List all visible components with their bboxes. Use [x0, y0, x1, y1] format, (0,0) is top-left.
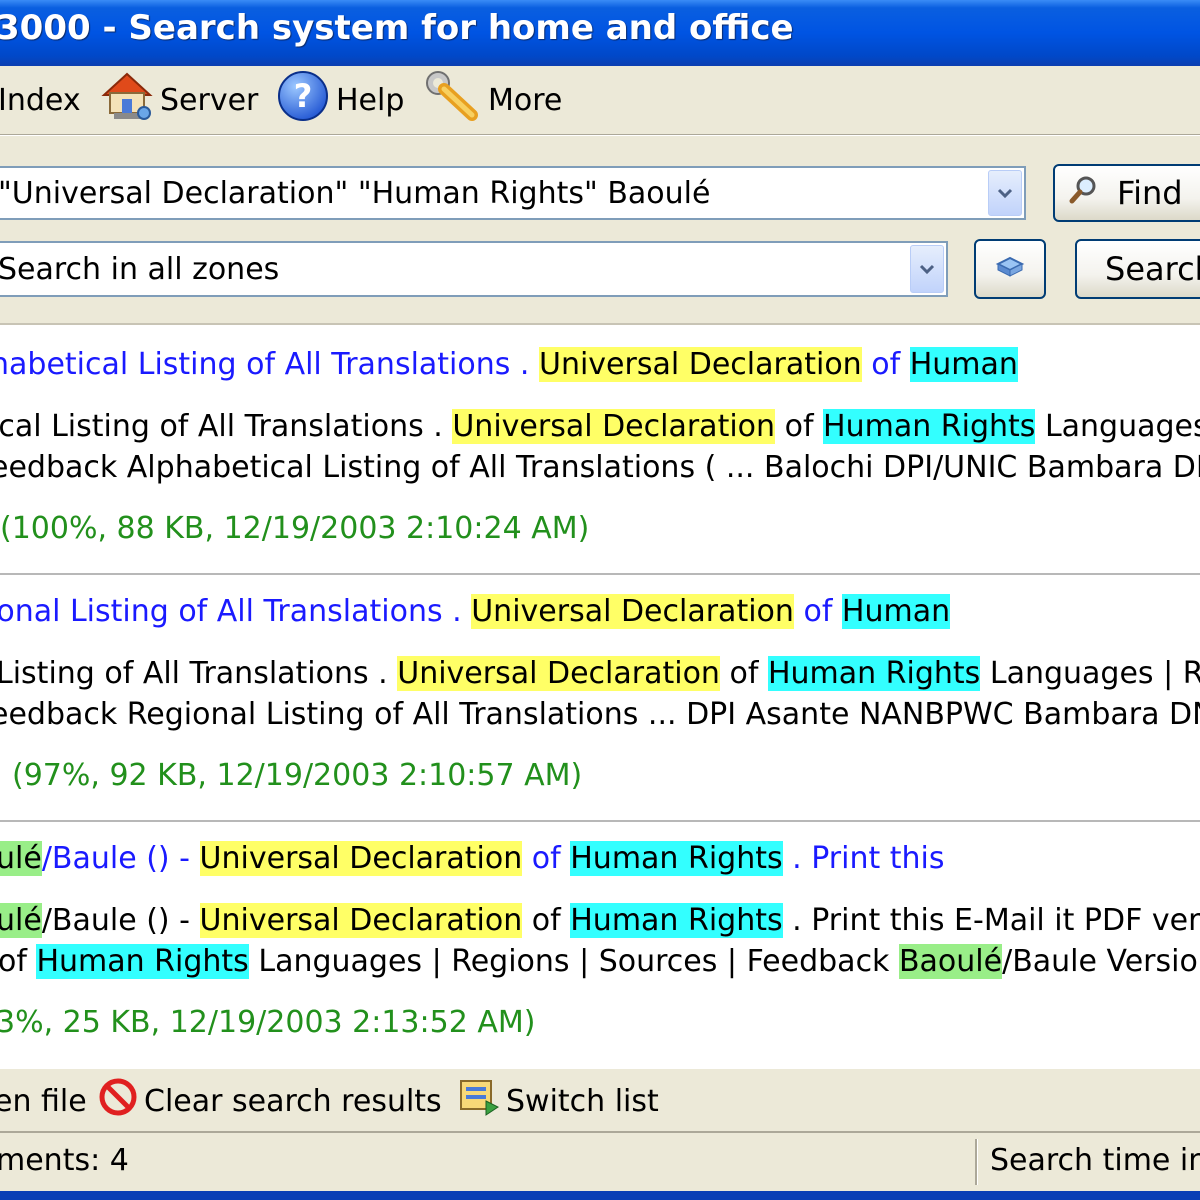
status-bar: ments: 4 Search time in	[0, 1131, 1200, 1191]
search-button[interactable]: Search	[1075, 239, 1200, 299]
search-time: Search time in	[990, 1143, 1200, 1178]
server-button[interactable]: Server	[100, 72, 259, 126]
more-label: More	[488, 82, 563, 118]
text-run: /Baule () -	[41, 903, 200, 938]
result-divider	[0, 820, 1200, 822]
text-run: of	[775, 409, 824, 444]
text-run: . Print this	[782, 841, 945, 876]
magnifier-icon	[1069, 174, 1099, 212]
text-run: of	[793, 594, 842, 629]
search-query-text: "Universal Declaration" "Human Rights" B…	[0, 175, 711, 211]
result-snippet: ulé/Baule () - Universal Declaration of …	[0, 903, 1200, 938]
help-label: Help	[336, 82, 405, 118]
result-snippet: eedback Regional Listing of All Translat…	[0, 697, 1200, 732]
result-title-link[interactable]: ulé/Baule () - Universal Declaration of …	[0, 841, 945, 876]
switch-list-icon	[458, 1077, 500, 1125]
result-snippet: of Human Rights Languages | Regions | So…	[0, 944, 1198, 979]
result-title-link[interactable]: habetical Listing of All Translations . …	[0, 347, 1018, 382]
toolbar-separator	[0, 134, 1200, 136]
highlighted-term: Human	[841, 594, 951, 629]
text-run: Listing of All Translations .	[0, 656, 398, 691]
highlighted-term: Universal Declaration	[397, 656, 720, 691]
highlighted-term: Universal Declaration	[539, 347, 862, 382]
open-file-label: en file	[0, 1083, 87, 1119]
highlighted-term: Human Rights	[767, 656, 981, 691]
highlighted-term: Human	[909, 347, 1018, 382]
text-run: of	[522, 841, 571, 876]
documents-count: ments: 4	[0, 1143, 129, 1178]
text-run: Languages | R	[980, 656, 1200, 691]
chevron-down-icon	[997, 184, 1013, 203]
index-label: Index	[0, 82, 81, 118]
zone-dropdown-button[interactable]	[910, 245, 944, 293]
highlighted-term: Universal Declaration	[452, 409, 776, 444]
highlighted-term: Human Rights	[570, 841, 783, 876]
window-title: 3000 - Search system for home and office	[0, 8, 794, 48]
text-run: eedback Alphabetical Listing of All Tran…	[0, 450, 1200, 485]
result-meta: 3%, 25 KB, 12/19/2003 2:13:52 AM)	[0, 1005, 536, 1040]
zone-select[interactable]: Search in all zones	[0, 241, 948, 297]
server-label: Server	[160, 82, 259, 118]
result-title-link[interactable]: ional Listing of All Translations . Univ…	[0, 594, 951, 629]
results-list: habetical Listing of All Translations . …	[0, 323, 1200, 1071]
help-question-icon: ?	[276, 69, 330, 131]
highlighted-term: Universal Declaration	[199, 903, 523, 938]
zone-edit-icon	[995, 250, 1025, 288]
server-house-icon	[100, 69, 154, 131]
highlighted-term: Universal Declaration	[199, 841, 523, 876]
highlighted-term: Universal Declaration	[471, 594, 794, 629]
text-run: Languages	[1035, 409, 1200, 444]
result-snippet: Listing of All Translations . Universal …	[0, 656, 1200, 691]
wrench-icon	[424, 69, 482, 131]
find-button[interactable]: Find	[1053, 164, 1200, 222]
query-dropdown-button[interactable]	[988, 170, 1022, 216]
zone-select-text: Search in all zones	[0, 251, 280, 287]
highlighted-term: Human Rights	[570, 903, 783, 938]
more-button[interactable]: More	[424, 71, 563, 126]
svg-text:?: ?	[294, 77, 313, 115]
text-run: /Baule () -	[41, 841, 200, 876]
text-run: eedback Regional Listing of All Translat…	[0, 697, 1200, 732]
open-file-button[interactable]: en file	[0, 1079, 87, 1123]
toolbar: Index Server ? Help More	[0, 66, 1200, 134]
switch-list-button[interactable]: Switch list	[458, 1079, 659, 1123]
index-button[interactable]: Index	[0, 74, 81, 126]
text-run: . Print this E-Mail it PDF ver	[782, 903, 1200, 938]
result-meta: (97%, 92 KB, 12/19/2003 2:10:57 AM)	[12, 758, 583, 793]
text-run: of	[719, 656, 768, 691]
result-snippet: ical Listing of All Translations . Unive…	[0, 409, 1200, 444]
text-run: /Baule Versio	[1002, 944, 1198, 979]
result-divider	[0, 573, 1200, 575]
result-snippet: eedback Alphabetical Listing of All Tran…	[0, 450, 1200, 485]
chevron-down-icon	[919, 260, 935, 279]
clear-results-button[interactable]: Clear search results	[98, 1077, 442, 1125]
no-entry-icon	[98, 1077, 138, 1125]
find-label: Find	[1117, 174, 1183, 212]
text-run: Languages | Regions | Sources | Feedback	[248, 944, 899, 979]
help-button[interactable]: ? Help	[276, 71, 405, 126]
highlighted-term: Baoulé	[898, 944, 1003, 979]
text-run: ical Listing of All Translations .	[0, 409, 453, 444]
highlighted-term: Human Rights	[36, 944, 249, 979]
switch-list-label: Switch list	[506, 1083, 659, 1119]
title-bar: 3000 - Search system for home and office	[0, 0, 1200, 66]
window-frame-bottom	[0, 1191, 1200, 1200]
highlighted-term: ulé	[0, 903, 42, 938]
status-divider	[975, 1139, 978, 1185]
text-run: of	[0, 944, 37, 979]
text-run: of	[522, 903, 571, 938]
text-run: habetical Listing of All Translations .	[0, 347, 539, 382]
search-query-combobox[interactable]: "Universal Declaration" "Human Rights" B…	[0, 166, 1026, 220]
text-run: ional Listing of All Translations .	[0, 594, 472, 629]
text-run: of	[861, 347, 910, 382]
highlighted-term: ulé	[0, 841, 42, 876]
bottom-toolbar: en file Clear search results Switch list	[0, 1069, 1200, 1131]
search-label: Search	[1105, 250, 1200, 288]
result-meta: (100%, 88 KB, 12/19/2003 2:10:24 AM)	[0, 511, 590, 546]
highlighted-term: Human Rights	[823, 409, 1036, 444]
zone-edit-button[interactable]	[974, 239, 1046, 299]
clear-results-label: Clear search results	[144, 1083, 442, 1119]
